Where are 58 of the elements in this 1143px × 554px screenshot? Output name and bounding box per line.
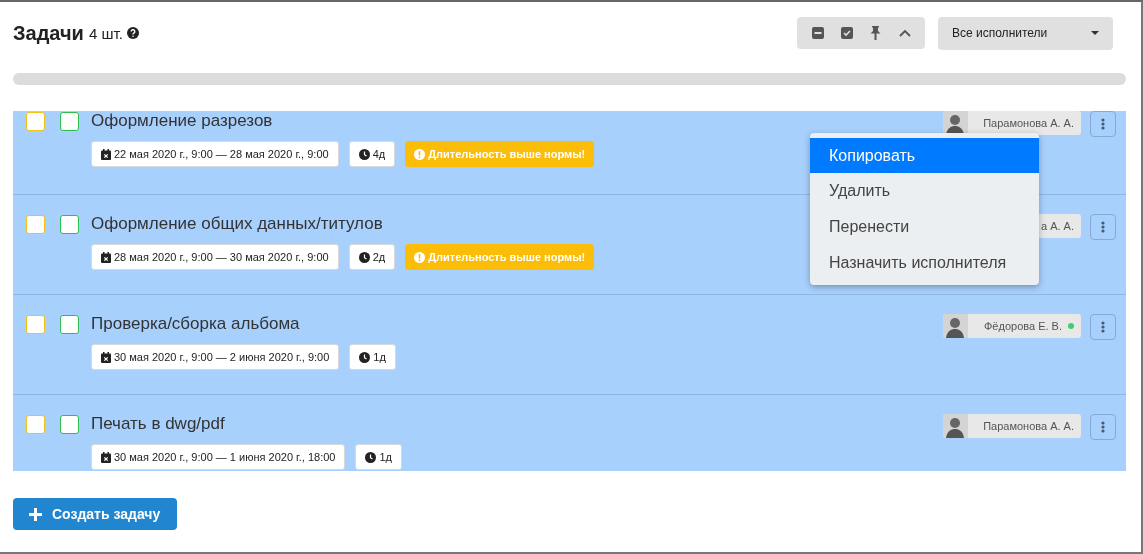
date-range-chip: 30 мая 2020 г., 9:00 — 2 июня 2020 г., 9:00: [91, 344, 340, 370]
clock-icon: [365, 451, 377, 463]
kebab-icon: [1101, 118, 1105, 130]
checkbox[interactable]: [26, 215, 45, 234]
clock-icon: [359, 351, 371, 363]
more-button[interactable]: [1090, 314, 1116, 340]
page-title: Задачи: [13, 21, 84, 45]
create-task-button[interactable]: Создать задачу: [13, 498, 178, 530]
more-button[interactable]: [1090, 214, 1116, 240]
menu-item[interactable]: Назначить исполнителя: [810, 245, 1039, 281]
task-title[interactable]: Оформление разрезов: [91, 111, 273, 132]
kebab-icon: [1101, 221, 1105, 233]
help-icon[interactable]: [126, 27, 139, 39]
checkbox[interactable]: [60, 112, 79, 131]
duration-chip: 2д: [348, 244, 396, 270]
assignee-tag[interactable]: Фёдорова Е. В.: [943, 314, 1081, 338]
minus-square-icon: [811, 27, 824, 39]
kebab-icon: [1101, 421, 1105, 433]
date-range-chip: 30 мая 2020 г., 9:00 — 1 июня 2020 г., 18:00: [91, 444, 346, 470]
exclamation-icon: [414, 148, 426, 160]
checkbox-icon: [840, 27, 853, 39]
exclamation-icon: [414, 251, 426, 263]
clock-icon: [358, 148, 370, 160]
chevron-up-icon: [898, 29, 911, 37]
checkbox[interactable]: [60, 315, 79, 334]
checkbox[interactable]: [26, 415, 45, 434]
task-title[interactable]: Оформление общих данных/титулов: [91, 213, 383, 235]
menu-item[interactable]: Копировать: [810, 138, 1039, 173]
duration-chip: 1д: [349, 344, 396, 370]
date-range-chip: 22 мая 2020 г., 9:00 — 28 мая 2020 г., 9:00: [91, 141, 339, 167]
menu-item[interactable]: Удалить: [810, 173, 1039, 209]
plus-icon: [29, 507, 42, 521]
calendar-icon: [101, 351, 111, 363]
menu-item[interactable]: Перенести: [810, 209, 1039, 245]
task-title[interactable]: Проверка/сборка альбома: [91, 313, 300, 335]
task-title[interactable]: Печать в dwg/pdf: [91, 413, 225, 435]
checkbox[interactable]: [60, 215, 79, 234]
checkbox[interactable]: [26, 112, 45, 131]
calendar-icon: [101, 251, 111, 263]
task-count: 4 шт.: [88, 24, 123, 42]
calendar-icon: [101, 148, 111, 160]
date-range-chip: 28 мая 2020 г., 9:00 — 30 мая 2020 г., 9:00: [91, 244, 339, 270]
kebab-icon: [1101, 321, 1105, 333]
more-button[interactable]: [1090, 414, 1116, 440]
checkbox[interactable]: [26, 315, 45, 334]
assignee-tag[interactable]: Парамонова А. А.: [943, 111, 1081, 135]
warning-badge: Длительность выше нормы!: [405, 244, 595, 270]
assignee-dropdown[interactable]: Все исполнители: [938, 16, 1113, 50]
duration-chip: 4д: [348, 141, 396, 167]
clock-icon: [358, 251, 370, 263]
more-button[interactable]: [1090, 111, 1116, 137]
checkbox[interactable]: [60, 415, 79, 434]
assignee-tag[interactable]: Парамонова А. А.: [943, 414, 1081, 438]
warning-badge: Длительность выше нормы!: [405, 141, 595, 167]
caret-icon: [1091, 31, 1099, 35]
duration-chip: 1д: [355, 444, 402, 470]
pin-icon: [870, 26, 881, 40]
calendar-icon: [101, 451, 111, 463]
